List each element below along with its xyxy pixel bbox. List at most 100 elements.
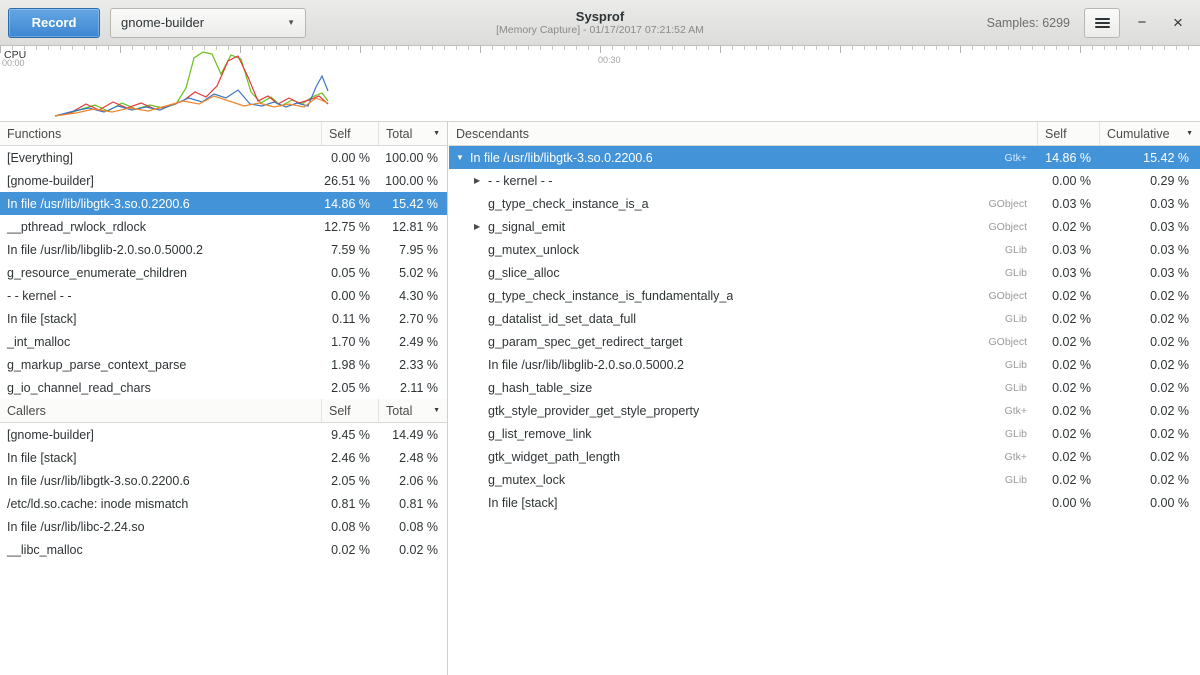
capture-subtitle: [Memory Capture] - 01/17/2017 07:21:52 A…	[496, 24, 704, 37]
minimize-button[interactable]: −	[1128, 9, 1156, 37]
descendant-name-cell: g_mutex_lock GLib	[449, 473, 1038, 487]
functions-column-header[interactable]: Functions	[0, 122, 322, 145]
tree-row[interactable]: gtk_widget_path_lengthGtk+0.02 %0.02 %	[449, 445, 1200, 468]
function-name: g_mutex_lock	[488, 473, 565, 487]
descendant-name-cell: In file [stack]	[449, 496, 1038, 510]
self-column-header[interactable]: Self	[1038, 122, 1100, 145]
library-tag: Gtk+	[997, 451, 1031, 463]
close-button[interactable]: ×	[1164, 9, 1192, 37]
function-name: In file /usr/lib/libgtk-3.so.0.2200.6	[0, 197, 322, 211]
descendant-name-cell: ▶- - kernel - -	[449, 174, 1038, 188]
tree-row[interactable]: g_slice_allocGLib0.03 %0.03 %	[449, 261, 1200, 284]
total-percent: 5.02 %	[379, 266, 447, 280]
total-percent: 0.81 %	[379, 497, 447, 511]
expander-icon[interactable]: ▶	[474, 176, 488, 185]
descendant-name-cell: g_datalist_id_set_data_fullGLib	[449, 312, 1038, 326]
self-column-header[interactable]: Self	[322, 399, 379, 422]
table-row[interactable]: __pthread_rwlock_rdlock12.75 %12.81 %	[0, 215, 447, 238]
tree-row[interactable]: In file [stack]0.00 %0.00 %	[449, 491, 1200, 514]
function-name: In file [stack]	[488, 496, 557, 510]
menu-button[interactable]	[1084, 8, 1120, 38]
tree-row[interactable]: ▶- - kernel - -0.00 %0.29 %	[449, 169, 1200, 192]
table-row[interactable]: [Everything]0.00 %100.00 %	[0, 146, 447, 169]
tree-row[interactable]: In file /usr/lib/libglib-2.0.so.0.5000.2…	[449, 353, 1200, 376]
function-name: gtk_widget_path_length	[488, 450, 620, 464]
descendants-table-header: Descendants Self Cumulative ▼	[449, 122, 1200, 146]
table-row[interactable]: In file /usr/lib/libc-2.24.so0.08 %0.08 …	[0, 515, 447, 538]
tree-row[interactable]: g_type_check_instance_is_aGObject0.03 %0…	[449, 192, 1200, 215]
functions-table-header: Functions Self Total ▼	[0, 122, 447, 146]
sort-indicator-icon: ▼	[433, 130, 440, 137]
total-column-header[interactable]: Total ▼	[379, 399, 447, 422]
expander-icon[interactable]: ▼	[456, 153, 470, 162]
process-selector-dropdown[interactable]: gnome-builder ▼	[110, 8, 306, 38]
table-row[interactable]: _int_malloc1.70 %2.49 %	[0, 330, 447, 353]
total-percent: 2.33 %	[379, 358, 447, 372]
cumulative-percent: 0.03 %	[1100, 220, 1200, 234]
total-column-header[interactable]: Total ▼	[379, 122, 447, 145]
right-panel: Descendants Self Cumulative ▼ ▼In file /…	[449, 122, 1200, 675]
cpu-graph[interactable]: CPU 00:00 00:30	[0, 46, 1200, 122]
function-name: g_markup_parse_context_parse	[0, 358, 322, 372]
tree-row[interactable]: g_hash_table_sizeGLib0.02 %0.02 %	[449, 376, 1200, 399]
function-name: g_io_channel_read_chars	[0, 381, 322, 395]
table-row[interactable]: g_resource_enumerate_children0.05 %5.02 …	[0, 261, 447, 284]
descendants-column-header[interactable]: Descendants	[449, 122, 1038, 145]
self-percent: 26.51 %	[322, 174, 379, 188]
function-name: gtk_style_provider_get_style_property	[488, 404, 699, 418]
function-name: __libc_malloc	[0, 543, 322, 557]
header-bar: Record gnome-builder ▼ Sysprof [Memory C…	[0, 0, 1200, 46]
descendant-name-cell: gtk_widget_path_length Gtk+	[449, 450, 1038, 464]
function-name: g_signal_emit	[488, 220, 565, 234]
library-tag: GLib	[997, 474, 1031, 486]
total-percent: 2.11 %	[379, 381, 447, 395]
callers-column-header[interactable]: Callers	[0, 399, 322, 422]
record-button[interactable]: Record	[8, 8, 100, 38]
cumulative-percent: 0.02 %	[1100, 312, 1200, 326]
tree-row[interactable]: g_mutex_lockGLib0.02 %0.02 %	[449, 468, 1200, 491]
table-row[interactable]: g_io_channel_read_chars2.05 %2.11 %	[0, 376, 447, 399]
tree-row[interactable]: ▼In file /usr/lib/libgtk-3.so.0.2200.6Gt…	[449, 146, 1200, 169]
record-button-label: Record	[32, 15, 77, 30]
left-panel: Functions Self Total ▼ [Everything]0.00 …	[0, 122, 448, 675]
function-name: g_slice_alloc	[488, 266, 560, 280]
chevron-down-icon: ▼	[287, 18, 295, 27]
descendant-name-cell: ▶g_signal_emitGObject	[449, 220, 1038, 234]
descendant-name-cell: g_hash_table_sizeGLib	[449, 381, 1038, 395]
table-row[interactable]: [gnome-builder]26.51 %100.00 %	[0, 169, 447, 192]
table-row[interactable]: [gnome-builder]9.45 %14.49 %	[0, 423, 447, 446]
expander-icon[interactable]: ▶	[474, 222, 488, 231]
library-tag: GLib	[997, 267, 1031, 279]
table-row[interactable]: __libc_malloc0.02 %0.02 %	[0, 538, 447, 561]
table-row[interactable]: - - kernel - -0.00 %4.30 %	[0, 284, 447, 307]
table-row[interactable]: In file [stack]0.11 %2.70 %	[0, 307, 447, 330]
self-percent: 12.75 %	[322, 220, 379, 234]
table-row[interactable]: In file /usr/lib/libgtk-3.so.0.2200.62.0…	[0, 469, 447, 492]
tree-row[interactable]: ▶g_signal_emitGObject0.02 %0.03 %	[449, 215, 1200, 238]
tree-row[interactable]: g_datalist_id_set_data_fullGLib0.02 %0.0…	[449, 307, 1200, 330]
menu-icon	[1095, 16, 1110, 30]
table-row[interactable]: In file /usr/lib/libglib-2.0.so.0.5000.2…	[0, 238, 447, 261]
function-name: _int_malloc	[0, 335, 322, 349]
library-tag: Gtk+	[997, 405, 1031, 417]
table-row[interactable]: /etc/ld.so.cache: inode mismatch0.81 %0.…	[0, 492, 447, 515]
self-percent: 0.02 %	[1038, 312, 1100, 326]
samples-count: Samples: 6299	[987, 16, 1070, 30]
table-row[interactable]: In file [stack]2.46 %2.48 %	[0, 446, 447, 469]
table-row[interactable]: In file /usr/lib/libgtk-3.so.0.2200.614.…	[0, 192, 447, 215]
callers-table-body: [gnome-builder]9.45 %14.49 %In file [sta…	[0, 423, 447, 561]
total-percent: 0.08 %	[379, 520, 447, 534]
tree-row[interactable]: g_type_check_instance_is_fundamentally_a…	[449, 284, 1200, 307]
tree-row[interactable]: g_mutex_unlockGLib0.03 %0.03 %	[449, 238, 1200, 261]
tree-row[interactable]: g_list_remove_linkGLib0.02 %0.02 %	[449, 422, 1200, 445]
self-percent: 0.02 %	[1038, 404, 1100, 418]
self-percent: 0.00 %	[1038, 174, 1100, 188]
self-column-header[interactable]: Self	[322, 122, 379, 145]
timeline-label-mid: 00:30	[598, 55, 621, 65]
process-selector-value: gnome-builder	[121, 15, 204, 30]
cumulative-column-header[interactable]: Cumulative ▼	[1100, 122, 1200, 145]
function-name: /etc/ld.so.cache: inode mismatch	[0, 497, 322, 511]
table-row[interactable]: g_markup_parse_context_parse1.98 %2.33 %	[0, 353, 447, 376]
tree-row[interactable]: gtk_style_provider_get_style_property Gtk…	[449, 399, 1200, 422]
tree-row[interactable]: g_param_spec_get_redirect_targetGObject0…	[449, 330, 1200, 353]
